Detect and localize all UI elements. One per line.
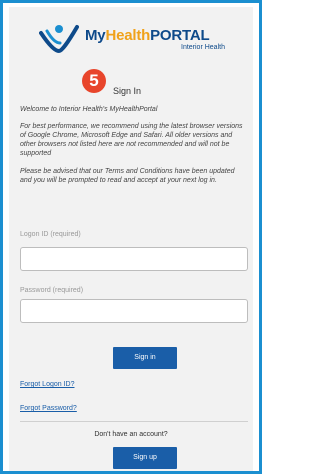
logo-my: My bbox=[85, 27, 106, 44]
password-input[interactable] bbox=[20, 299, 248, 323]
forgot-password-link[interactable]: Forgot Password? bbox=[20, 405, 77, 412]
logo-portal: PORTAL bbox=[150, 27, 210, 44]
welcome-text: Welcome to Interior Health's MyHealthPor… bbox=[20, 106, 158, 113]
logon-id-label: Logon ID (required) bbox=[20, 231, 81, 238]
forgot-logon-id-link[interactable]: Forgot Logon ID? bbox=[20, 381, 74, 388]
person-swoosh-icon bbox=[39, 25, 79, 54]
login-card: MyHealthPORTAL Interior Health 5 Sign In… bbox=[9, 7, 253, 471]
logon-id-input[interactable] bbox=[20, 247, 248, 271]
logo-health: Health bbox=[105, 27, 151, 44]
sign-in-button[interactable]: Sign in bbox=[113, 347, 177, 369]
sign-up-button[interactable]: Sign up bbox=[113, 447, 177, 469]
signup-prompt: Don't have an account? bbox=[94, 431, 168, 438]
screenshot-frame: MyHealthPORTAL Interior Health 5 Sign In… bbox=[0, 0, 262, 474]
browser-notice: For best performance, we recommend using… bbox=[20, 123, 243, 157]
logo-wordmark: MyHealthPORTAL bbox=[85, 27, 210, 44]
page-title: Sign In bbox=[113, 86, 142, 96]
terms-notice: Please be advised that our Terms and Con… bbox=[20, 168, 235, 184]
step-number-badge: 5 bbox=[82, 69, 106, 93]
divider bbox=[20, 421, 248, 422]
myhealthportal-logo: MyHealthPORTAL Interior Health bbox=[39, 21, 239, 61]
logo-subtitle: Interior Health bbox=[181, 44, 225, 51]
password-label: Password (required) bbox=[20, 287, 84, 294]
